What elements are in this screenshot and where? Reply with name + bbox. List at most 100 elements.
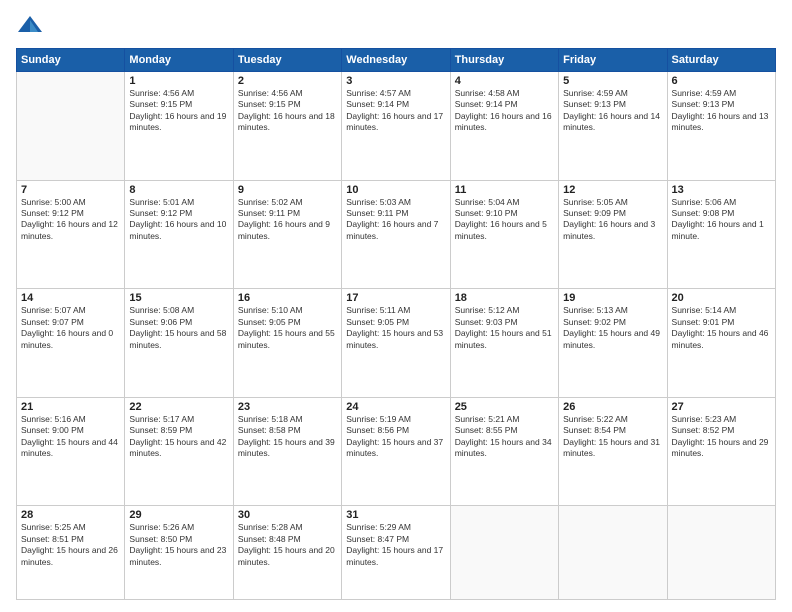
day-number: 9: [238, 184, 337, 196]
week-row-4: 21Sunrise: 5:16 AMSunset: 9:00 PMDayligh…: [17, 397, 776, 506]
day-cell: 10Sunrise: 5:03 AMSunset: 9:11 PMDayligh…: [342, 180, 450, 289]
day-cell: [667, 506, 775, 600]
day-info: Sunrise: 5:18 AMSunset: 8:58 PMDaylight:…: [238, 414, 337, 460]
day-info: Sunrise: 5:28 AMSunset: 8:48 PMDaylight:…: [238, 522, 337, 568]
day-info: Sunrise: 4:56 AMSunset: 9:15 PMDaylight:…: [238, 88, 337, 134]
day-cell: 7Sunrise: 5:00 AMSunset: 9:12 PMDaylight…: [17, 180, 125, 289]
day-number: 10: [346, 184, 445, 196]
day-cell: [450, 506, 558, 600]
day-info: Sunrise: 5:16 AMSunset: 9:00 PMDaylight:…: [21, 414, 120, 460]
day-info: Sunrise: 4:56 AMSunset: 9:15 PMDaylight:…: [129, 88, 228, 134]
day-info: Sunrise: 5:07 AMSunset: 9:07 PMDaylight:…: [21, 305, 120, 351]
day-number: 3: [346, 75, 445, 87]
day-info: Sunrise: 5:23 AMSunset: 8:52 PMDaylight:…: [672, 414, 771, 460]
day-cell: 12Sunrise: 5:05 AMSunset: 9:09 PMDayligh…: [559, 180, 667, 289]
day-cell: 3Sunrise: 4:57 AMSunset: 9:14 PMDaylight…: [342, 72, 450, 181]
day-cell: 18Sunrise: 5:12 AMSunset: 9:03 PMDayligh…: [450, 289, 558, 398]
header-row: SundayMondayTuesdayWednesdayThursdayFrid…: [17, 49, 776, 72]
day-number: 15: [129, 292, 228, 304]
day-info: Sunrise: 4:57 AMSunset: 9:14 PMDaylight:…: [346, 88, 445, 134]
day-info: Sunrise: 5:13 AMSunset: 9:02 PMDaylight:…: [563, 305, 662, 351]
day-info: Sunrise: 5:01 AMSunset: 9:12 PMDaylight:…: [129, 197, 228, 243]
day-info: Sunrise: 5:10 AMSunset: 9:05 PMDaylight:…: [238, 305, 337, 351]
day-number: 20: [672, 292, 771, 304]
day-cell: [17, 72, 125, 181]
day-info: Sunrise: 5:02 AMSunset: 9:11 PMDaylight:…: [238, 197, 337, 243]
day-cell: 4Sunrise: 4:58 AMSunset: 9:14 PMDaylight…: [450, 72, 558, 181]
logo-icon: [16, 12, 44, 40]
day-info: Sunrise: 5:04 AMSunset: 9:10 PMDaylight:…: [455, 197, 554, 243]
week-row-3: 14Sunrise: 5:07 AMSunset: 9:07 PMDayligh…: [17, 289, 776, 398]
day-number: 22: [129, 401, 228, 413]
day-number: 18: [455, 292, 554, 304]
day-number: 17: [346, 292, 445, 304]
day-number: 16: [238, 292, 337, 304]
day-cell: 13Sunrise: 5:06 AMSunset: 9:08 PMDayligh…: [667, 180, 775, 289]
day-number: 27: [672, 401, 771, 413]
day-cell: 28Sunrise: 5:25 AMSunset: 8:51 PMDayligh…: [17, 506, 125, 600]
week-row-1: 1Sunrise: 4:56 AMSunset: 9:15 PMDaylight…: [17, 72, 776, 181]
day-cell: 29Sunrise: 5:26 AMSunset: 8:50 PMDayligh…: [125, 506, 233, 600]
col-header-tuesday: Tuesday: [233, 49, 341, 72]
day-number: 6: [672, 75, 771, 87]
day-info: Sunrise: 5:11 AMSunset: 9:05 PMDaylight:…: [346, 305, 445, 351]
day-info: Sunrise: 5:08 AMSunset: 9:06 PMDaylight:…: [129, 305, 228, 351]
day-number: 1: [129, 75, 228, 87]
day-cell: 21Sunrise: 5:16 AMSunset: 9:00 PMDayligh…: [17, 397, 125, 506]
day-cell: 6Sunrise: 4:59 AMSunset: 9:13 PMDaylight…: [667, 72, 775, 181]
day-cell: 14Sunrise: 5:07 AMSunset: 9:07 PMDayligh…: [17, 289, 125, 398]
day-cell: 30Sunrise: 5:28 AMSunset: 8:48 PMDayligh…: [233, 506, 341, 600]
day-number: 11: [455, 184, 554, 196]
day-cell: 31Sunrise: 5:29 AMSunset: 8:47 PMDayligh…: [342, 506, 450, 600]
day-info: Sunrise: 4:58 AMSunset: 9:14 PMDaylight:…: [455, 88, 554, 134]
day-info: Sunrise: 5:00 AMSunset: 9:12 PMDaylight:…: [21, 197, 120, 243]
day-number: 23: [238, 401, 337, 413]
day-cell: 1Sunrise: 4:56 AMSunset: 9:15 PMDaylight…: [125, 72, 233, 181]
day-number: 13: [672, 184, 771, 196]
day-number: 21: [21, 401, 120, 413]
day-info: Sunrise: 5:06 AMSunset: 9:08 PMDaylight:…: [672, 197, 771, 243]
day-cell: 2Sunrise: 4:56 AMSunset: 9:15 PMDaylight…: [233, 72, 341, 181]
day-number: 12: [563, 184, 662, 196]
header: [16, 12, 776, 40]
col-header-monday: Monday: [125, 49, 233, 72]
day-info: Sunrise: 5:21 AMSunset: 8:55 PMDaylight:…: [455, 414, 554, 460]
day-number: 25: [455, 401, 554, 413]
day-number: 14: [21, 292, 120, 304]
day-cell: 27Sunrise: 5:23 AMSunset: 8:52 PMDayligh…: [667, 397, 775, 506]
day-cell: 24Sunrise: 5:19 AMSunset: 8:56 PMDayligh…: [342, 397, 450, 506]
day-info: Sunrise: 4:59 AMSunset: 9:13 PMDaylight:…: [563, 88, 662, 134]
day-info: Sunrise: 5:26 AMSunset: 8:50 PMDaylight:…: [129, 522, 228, 568]
day-cell: 26Sunrise: 5:22 AMSunset: 8:54 PMDayligh…: [559, 397, 667, 506]
day-number: 31: [346, 509, 445, 521]
day-number: 19: [563, 292, 662, 304]
col-header-saturday: Saturday: [667, 49, 775, 72]
day-number: 5: [563, 75, 662, 87]
col-header-friday: Friday: [559, 49, 667, 72]
week-row-2: 7Sunrise: 5:00 AMSunset: 9:12 PMDaylight…: [17, 180, 776, 289]
day-cell: 20Sunrise: 5:14 AMSunset: 9:01 PMDayligh…: [667, 289, 775, 398]
day-number: 24: [346, 401, 445, 413]
day-cell: 16Sunrise: 5:10 AMSunset: 9:05 PMDayligh…: [233, 289, 341, 398]
day-cell: 5Sunrise: 4:59 AMSunset: 9:13 PMDaylight…: [559, 72, 667, 181]
day-cell: 11Sunrise: 5:04 AMSunset: 9:10 PMDayligh…: [450, 180, 558, 289]
day-cell: 19Sunrise: 5:13 AMSunset: 9:02 PMDayligh…: [559, 289, 667, 398]
day-info: Sunrise: 5:14 AMSunset: 9:01 PMDaylight:…: [672, 305, 771, 351]
day-info: Sunrise: 5:05 AMSunset: 9:09 PMDaylight:…: [563, 197, 662, 243]
day-info: Sunrise: 5:17 AMSunset: 8:59 PMDaylight:…: [129, 414, 228, 460]
day-cell: 8Sunrise: 5:01 AMSunset: 9:12 PMDaylight…: [125, 180, 233, 289]
col-header-sunday: Sunday: [17, 49, 125, 72]
day-cell: 23Sunrise: 5:18 AMSunset: 8:58 PMDayligh…: [233, 397, 341, 506]
day-number: 30: [238, 509, 337, 521]
day-number: 26: [563, 401, 662, 413]
day-number: 4: [455, 75, 554, 87]
day-info: Sunrise: 5:29 AMSunset: 8:47 PMDaylight:…: [346, 522, 445, 568]
day-number: 29: [129, 509, 228, 521]
day-info: Sunrise: 5:25 AMSunset: 8:51 PMDaylight:…: [21, 522, 120, 568]
week-row-5: 28Sunrise: 5:25 AMSunset: 8:51 PMDayligh…: [17, 506, 776, 600]
day-cell: 15Sunrise: 5:08 AMSunset: 9:06 PMDayligh…: [125, 289, 233, 398]
col-header-wednesday: Wednesday: [342, 49, 450, 72]
day-cell: 22Sunrise: 5:17 AMSunset: 8:59 PMDayligh…: [125, 397, 233, 506]
page: SundayMondayTuesdayWednesdayThursdayFrid…: [0, 0, 792, 612]
day-number: 2: [238, 75, 337, 87]
